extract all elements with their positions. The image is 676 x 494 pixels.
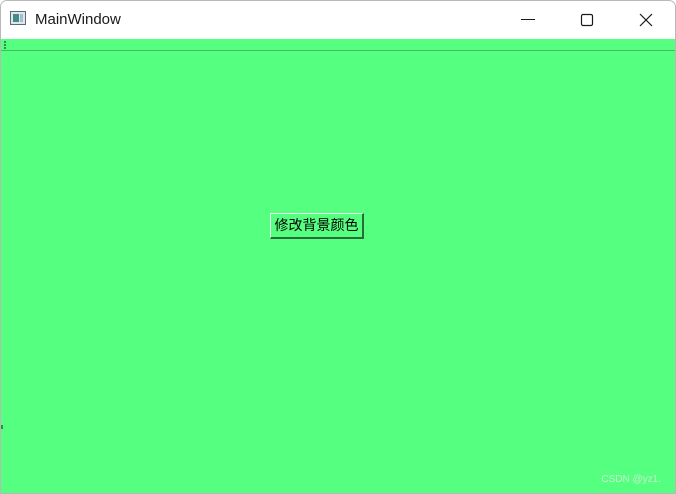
watermark-text: CSDN @yz1. (601, 474, 661, 485)
close-icon (639, 13, 653, 27)
change-background-color-button[interactable]: 修改背景颜色 (270, 213, 364, 239)
main-toolbar (1, 39, 675, 51)
window-app-icon (10, 11, 26, 25)
resize-edge-marker (1, 425, 3, 429)
maximize-icon (580, 13, 594, 27)
toolbar-grip-icon[interactable] (4, 41, 6, 49)
maximize-button[interactable] (558, 1, 616, 39)
central-widget: 修改背景颜色 CSDN @yz1. (1, 51, 675, 493)
minimize-icon (521, 19, 535, 20)
close-button[interactable] (616, 1, 674, 39)
title-bar[interactable]: MainWindow (1, 1, 675, 39)
minimize-button[interactable] (500, 1, 558, 39)
window-title: MainWindow (35, 11, 121, 28)
main-window: MainWindow 修改背景颜色 CSDN @yz1. (0, 0, 676, 494)
